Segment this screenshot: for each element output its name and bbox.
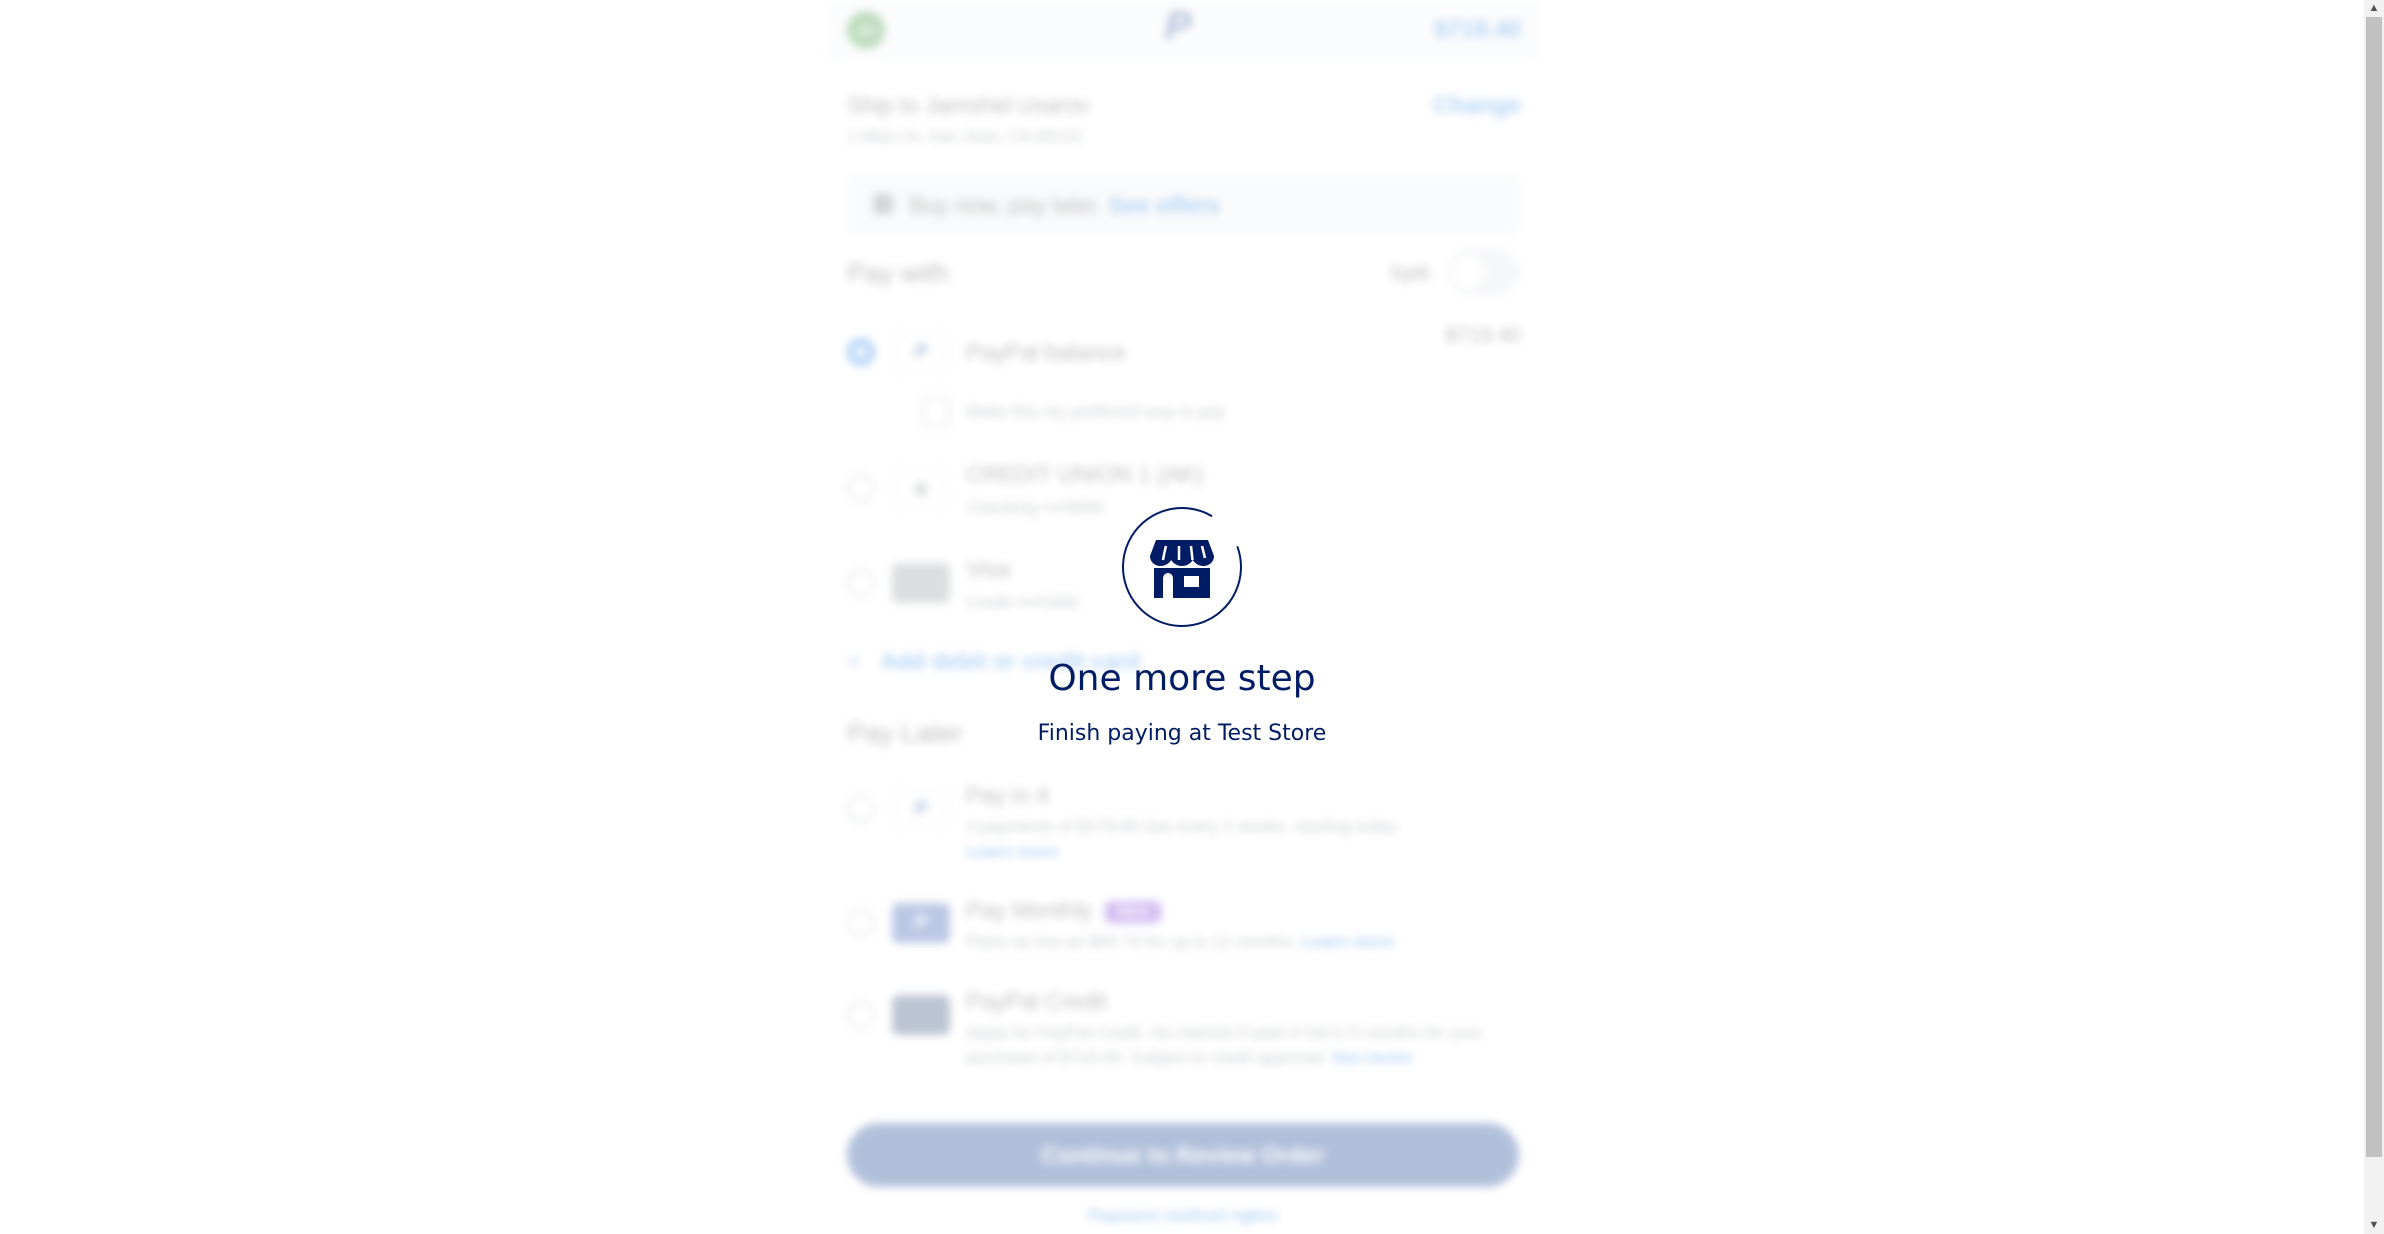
pay-later-title: Pay Later (847, 718, 963, 748)
bnpl-text: Buy now, pay later. (909, 192, 1103, 218)
preferred-checkbox[interactable] (922, 398, 950, 426)
preferred-label[interactable]: Make this my preferred way to pay (966, 402, 1226, 422)
radio-pay-in-4[interactable] (847, 795, 875, 823)
learn-more-link[interactable]: Learn more (966, 842, 1059, 862)
overlay-title: One more step (1048, 658, 1316, 699)
overlay-subtitle: Finish paying at Test Store (1037, 721, 1327, 746)
radio-paypal-credit[interactable] (847, 1001, 875, 1029)
change-shipping-link[interactable]: Change (1433, 92, 1521, 120)
method-title[interactable]: PayPal balance (966, 339, 1126, 366)
split-toggle[interactable] (1447, 250, 1519, 294)
option-subtitle: Plans as low as $65.74 for up to 12 mont… (966, 932, 1297, 951)
radio-paypal-balance[interactable] (847, 338, 875, 366)
cart-total[interactable]: $719.40 (1434, 16, 1521, 44)
calendar-icon (873, 194, 893, 214)
store-icon (1150, 540, 1214, 598)
option-title[interactable]: Pay Monthly (966, 897, 1093, 923)
option-title[interactable]: PayPal Credit (966, 988, 1107, 1015)
payment-rights-link[interactable]: Payment method rights (825, 1206, 1541, 1226)
radio-credit-union[interactable] (847, 474, 875, 502)
radio-visa[interactable] (847, 569, 875, 597)
new-badge: New (1104, 900, 1162, 923)
page: JU P $719.40 Ship to Jamshid Usarov 1 Ma… (0, 0, 2364, 1234)
avatar[interactable]: JU (847, 11, 885, 49)
method-subtitle: Checking ••••5656 (966, 498, 1104, 517)
scrollbar[interactable]: ▲ ▼ (2364, 0, 2384, 1234)
learn-more-link[interactable]: Learn more (1302, 932, 1395, 951)
option-subtitle: Apply for PayPal Credit. No interest if … (966, 1023, 1483, 1042)
radio-pay-monthly[interactable] (847, 909, 875, 937)
toggle-knob (1452, 255, 1486, 289)
scroll-down-arrow-icon[interactable]: ▼ (2364, 1217, 2384, 1234)
see-terms-link[interactable]: See terms (1332, 1048, 1413, 1067)
method-amount: $719.40 (1445, 324, 1521, 347)
ship-to-title: Ship to Jamshid Usarov (847, 92, 1090, 118)
split-label: Split (1389, 262, 1430, 285)
scroll-thumb[interactable] (2366, 17, 2382, 1157)
paypal-icon: P (892, 789, 950, 829)
pay-with-title: Pay with (847, 258, 950, 288)
ship-address: 1 Main St, San Jose, CA 95131 (847, 127, 1084, 146)
paypal-monthly-icon: P (892, 903, 950, 943)
method-subtitle: Credit ••••5368 (966, 593, 1078, 612)
paypal-icon: P (892, 332, 950, 372)
scroll-up-arrow-icon[interactable]: ▲ (2364, 0, 2384, 17)
paypal-credit-icon (892, 995, 950, 1035)
bank-icon: ▣ (892, 468, 950, 508)
plus-icon: + (847, 648, 861, 674)
option-subtitle: 4 payments of $179.85 due every 2 weeks,… (966, 817, 1397, 836)
card-icon (892, 563, 950, 603)
see-offers-link[interactable]: See offers (1108, 192, 1219, 218)
continue-button[interactable]: Continue to Review Order (847, 1123, 1519, 1187)
bnpl-banner: Buy now, pay later. See offers (847, 174, 1519, 236)
option-subtitle: purchase of $719.40. Subject to credit a… (966, 1048, 1328, 1067)
method-title[interactable]: Visa (966, 556, 1010, 583)
method-title[interactable]: CREDIT UNION 1 (AK) (966, 461, 1203, 488)
option-title[interactable]: Pay in 4 (966, 782, 1049, 809)
top-bar: JU P $719.40 (825, 0, 1541, 60)
paypal-logo-icon: P (1165, 4, 1192, 48)
